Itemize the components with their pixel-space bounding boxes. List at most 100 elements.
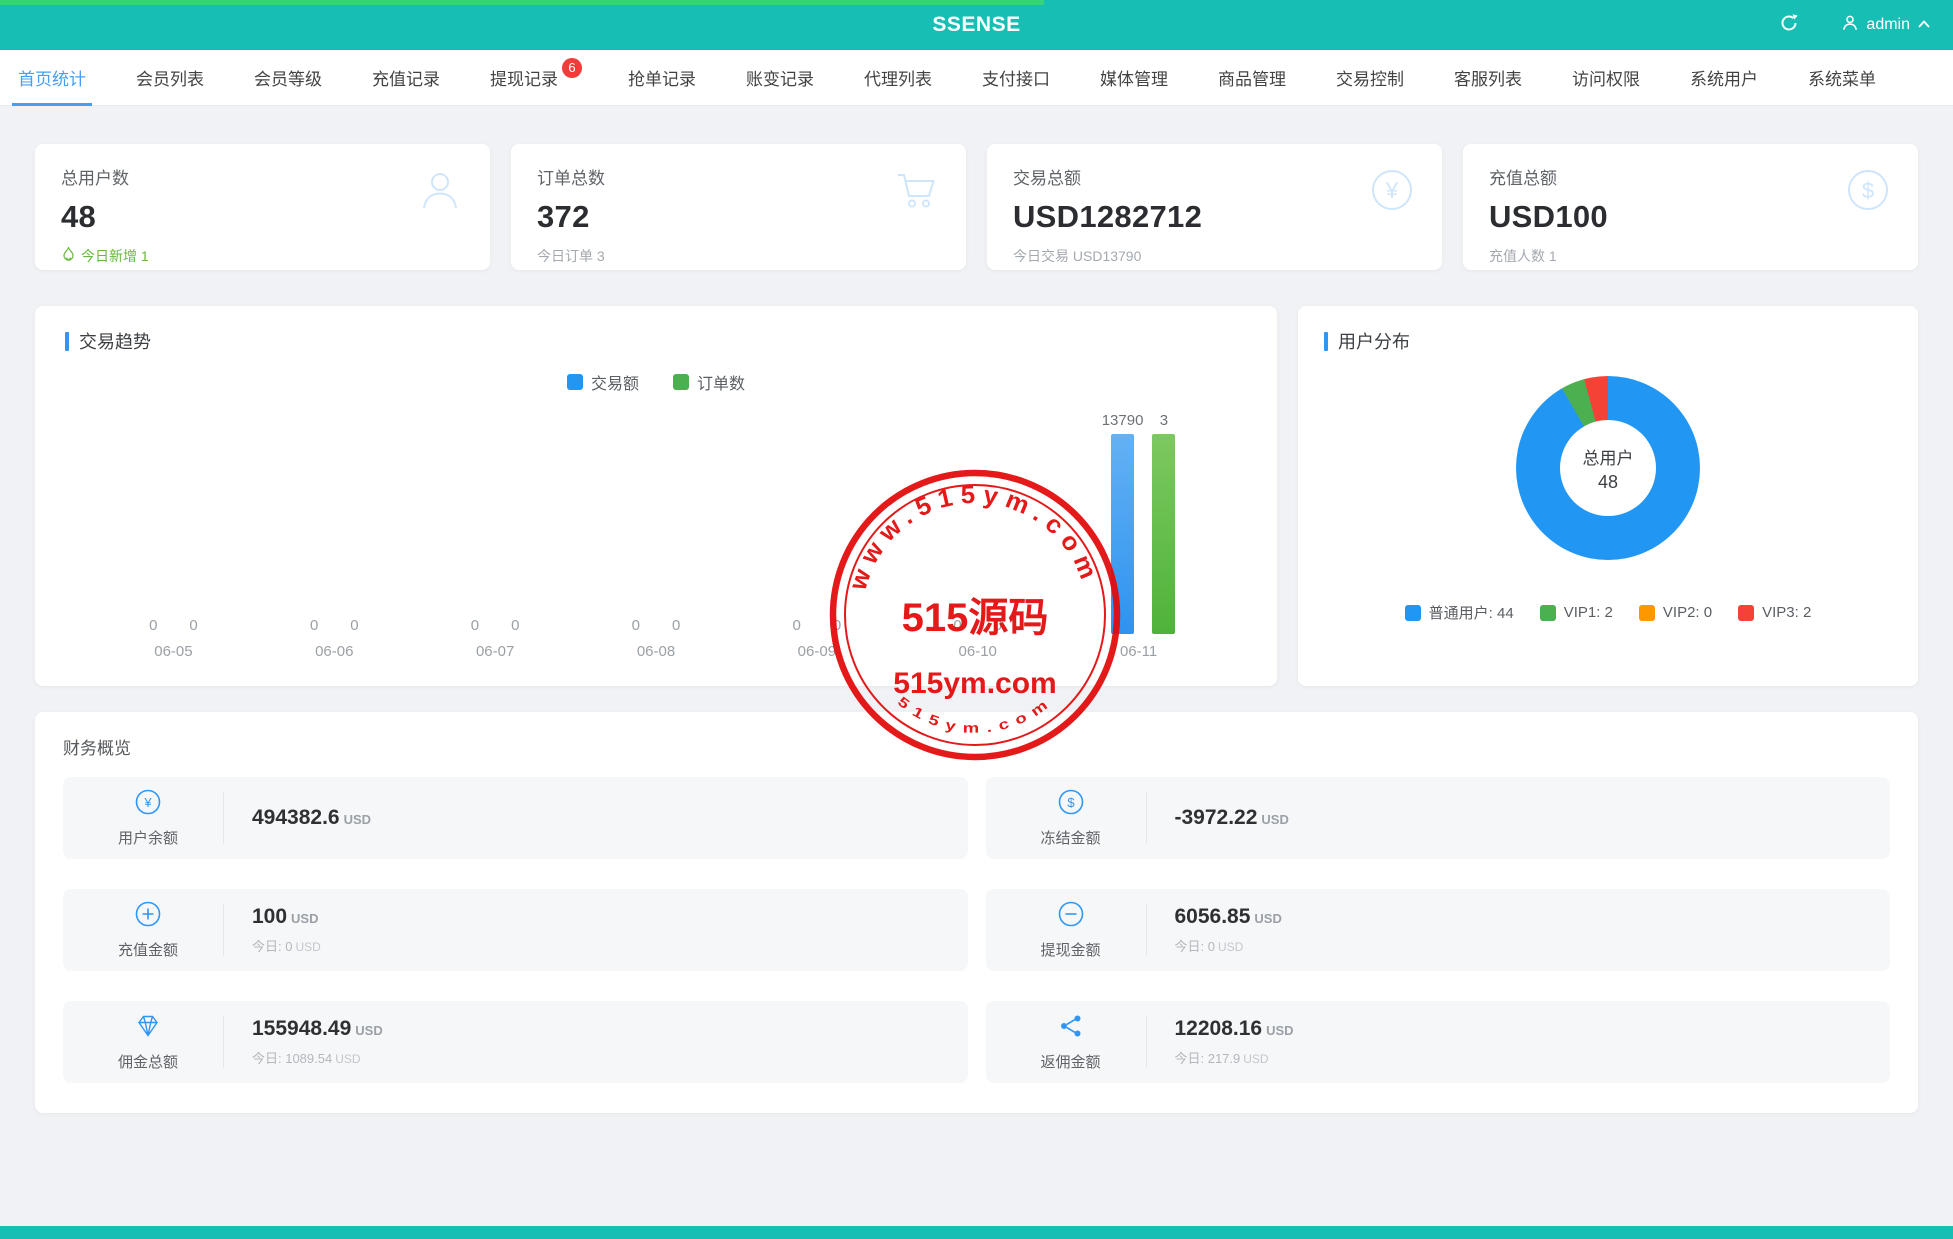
tab-access-rights[interactable]: 访问权限 bbox=[1572, 50, 1640, 106]
x-tick: 06-10 bbox=[897, 643, 1058, 660]
finance-user-balance: ¥ 用户余额 494382.6USD bbox=[63, 777, 968, 859]
bar-blue bbox=[1111, 434, 1134, 634]
divider bbox=[1146, 1016, 1147, 1068]
flame-icon bbox=[61, 246, 76, 266]
zero-value: 0 bbox=[511, 617, 519, 634]
trend-title: 交易趋势 bbox=[65, 328, 1247, 354]
today-orders: 今日订单 3 bbox=[537, 246, 940, 266]
divider bbox=[223, 1016, 224, 1068]
trend-chart-panel: 交易趋势 交易额 订单数 00 00 bbox=[35, 306, 1277, 686]
legend-chip-blue bbox=[1405, 605, 1421, 621]
legend-vip3[interactable]: VIP3: 2 bbox=[1738, 602, 1811, 623]
donut-center: 总用户 48 bbox=[1560, 420, 1656, 516]
finance-today: 今日: 1089.54USD bbox=[252, 1048, 383, 1067]
refresh-icon bbox=[1779, 13, 1799, 38]
zero-value: 0 bbox=[953, 617, 961, 634]
bar-green bbox=[1152, 434, 1175, 634]
svg-text:$: $ bbox=[1862, 178, 1874, 203]
user-distribution-panel: 用户分布 总用户 48 普通用户: 44 VIP1: 2 bbox=[1298, 306, 1918, 686]
recharge-users: 充值人数 1 bbox=[1489, 246, 1892, 266]
legend-trade-amount[interactable]: 交易额 bbox=[567, 370, 639, 394]
finance-frozen-amount: $ 冻结金额 -3972.22USD bbox=[986, 777, 1891, 859]
finance-today: 今日: 0USD bbox=[252, 936, 321, 955]
tab-withdraw-records[interactable]: 提现记录6 bbox=[490, 50, 578, 106]
trend-x-axis: 06-05 06-06 06-07 06-08 06-09 06-10 06-1… bbox=[65, 643, 1247, 660]
divider bbox=[223, 904, 224, 956]
zero-value: 0 bbox=[310, 617, 318, 634]
trend-group: 00 bbox=[254, 617, 415, 634]
legend-chip-blue bbox=[567, 374, 583, 390]
stat-card-total-users: 总用户数 48 今日新增 1 bbox=[35, 144, 490, 270]
yen-circle-icon: ¥ bbox=[1368, 166, 1416, 219]
trend-group: 00 bbox=[897, 617, 1058, 634]
tab-product-management[interactable]: 商品管理 bbox=[1218, 50, 1286, 106]
finance-withdraw-amount: 提现金额 6056.85USD 今日: 0USD bbox=[986, 889, 1891, 971]
svg-text:¥: ¥ bbox=[143, 795, 152, 810]
trend-group-06-11: 13790 3 bbox=[1058, 412, 1219, 634]
plus-circle-icon bbox=[134, 900, 162, 933]
trend-group: 00 bbox=[93, 617, 254, 634]
tab-member-list[interactable]: 会员列表 bbox=[136, 50, 204, 106]
withdraw-badge: 6 bbox=[562, 58, 582, 78]
app-header: SSENSE admin bbox=[0, 0, 1953, 50]
page-content: 总用户数 48 今日新增 1 订单总数 372 今日订单 3 交易总额 USD1… bbox=[0, 144, 1953, 1113]
header-controls: admin bbox=[1771, 0, 1931, 50]
total-trade-value: USD1282712 bbox=[1013, 199, 1416, 235]
x-tick: 06-11 bbox=[1058, 643, 1219, 660]
finance-value: 12208.16USD bbox=[1175, 1017, 1294, 1041]
refresh-button[interactable] bbox=[1771, 7, 1807, 43]
trend-group: 00 bbox=[576, 617, 737, 634]
bar-order-count: 3 bbox=[1152, 412, 1175, 634]
main-nav: 首页统计 会员列表 会员等级 充值记录 提现记录6 抢单记录 账变记录 代理列表… bbox=[0, 50, 1953, 106]
donut-ring: 总用户 48 bbox=[1516, 376, 1700, 560]
tab-recharge-records[interactable]: 充值记录 bbox=[372, 50, 440, 106]
legend-chip-green bbox=[673, 374, 689, 390]
trend-legend: 交易额 订单数 bbox=[65, 370, 1247, 394]
legend-chip-green bbox=[1540, 605, 1556, 621]
tab-member-level[interactable]: 会员等级 bbox=[254, 50, 322, 106]
yen-circle-icon: ¥ bbox=[134, 788, 162, 821]
tab-system-menu[interactable]: 系统菜单 bbox=[1808, 50, 1876, 106]
user-menu[interactable]: admin bbox=[1841, 14, 1931, 37]
x-tick: 06-08 bbox=[576, 643, 737, 660]
tab-system-users[interactable]: 系统用户 bbox=[1690, 50, 1758, 106]
bar-trade-amount: 13790 bbox=[1102, 412, 1144, 634]
footer-bar bbox=[0, 1226, 1953, 1239]
finance-grid: ¥ 用户余额 494382.6USD $ 冻结金额 -3 bbox=[63, 777, 1890, 1083]
bar-value-label: 3 bbox=[1160, 412, 1168, 429]
legend-vip1[interactable]: VIP1: 2 bbox=[1540, 602, 1613, 623]
tab-payment-api[interactable]: 支付接口 bbox=[982, 50, 1050, 106]
finance-value: 155948.49USD bbox=[252, 1017, 383, 1041]
finance-rebate-amount: 返佣金额 12208.16USD 今日: 217.9USD bbox=[986, 1001, 1891, 1083]
legend-normal-users[interactable]: 普通用户: 44 bbox=[1405, 602, 1514, 623]
tab-balance-change-records[interactable]: 账变记录 bbox=[746, 50, 814, 106]
tab-home-stats[interactable]: 首页统计 bbox=[18, 50, 86, 106]
tab-trade-control[interactable]: 交易控制 bbox=[1336, 50, 1404, 106]
legend-order-count[interactable]: 订单数 bbox=[673, 370, 745, 394]
today-new-users: 今日新增 1 bbox=[61, 246, 464, 266]
divider bbox=[1146, 904, 1147, 956]
finance-today: 今日: 0USD bbox=[1175, 936, 1282, 955]
legend-vip2[interactable]: VIP2: 0 bbox=[1639, 602, 1712, 623]
distribution-title: 用户分布 bbox=[1324, 328, 1892, 354]
finance-value: -3972.22USD bbox=[1175, 806, 1289, 830]
zero-value: 0 bbox=[149, 617, 157, 634]
tab-service-list[interactable]: 客服列表 bbox=[1454, 50, 1522, 106]
zero-value: 0 bbox=[350, 617, 358, 634]
cart-icon bbox=[892, 166, 940, 219]
x-tick: 06-06 bbox=[254, 643, 415, 660]
legend-chip-orange bbox=[1639, 605, 1655, 621]
tab-grab-records[interactable]: 抢单记录 bbox=[628, 50, 696, 106]
tab-media-management[interactable]: 媒体管理 bbox=[1100, 50, 1168, 106]
tab-agent-list[interactable]: 代理列表 bbox=[864, 50, 932, 106]
x-tick: 06-05 bbox=[93, 643, 254, 660]
title-accent-bar bbox=[65, 332, 69, 351]
finance-recharge-amount: 充值金额 100USD 今日: 0USD bbox=[63, 889, 968, 971]
donut-chart: 总用户 48 bbox=[1324, 376, 1892, 560]
total-users-value: 48 bbox=[61, 199, 464, 235]
trend-group: 00 bbox=[415, 617, 576, 634]
finance-value: 494382.6USD bbox=[252, 806, 371, 830]
distribution-legend: 普通用户: 44 VIP1: 2 VIP2: 0 VIP3: 2 bbox=[1324, 602, 1892, 623]
finance-title: 财务概览 bbox=[63, 734, 1890, 759]
share-icon bbox=[1057, 1012, 1085, 1045]
